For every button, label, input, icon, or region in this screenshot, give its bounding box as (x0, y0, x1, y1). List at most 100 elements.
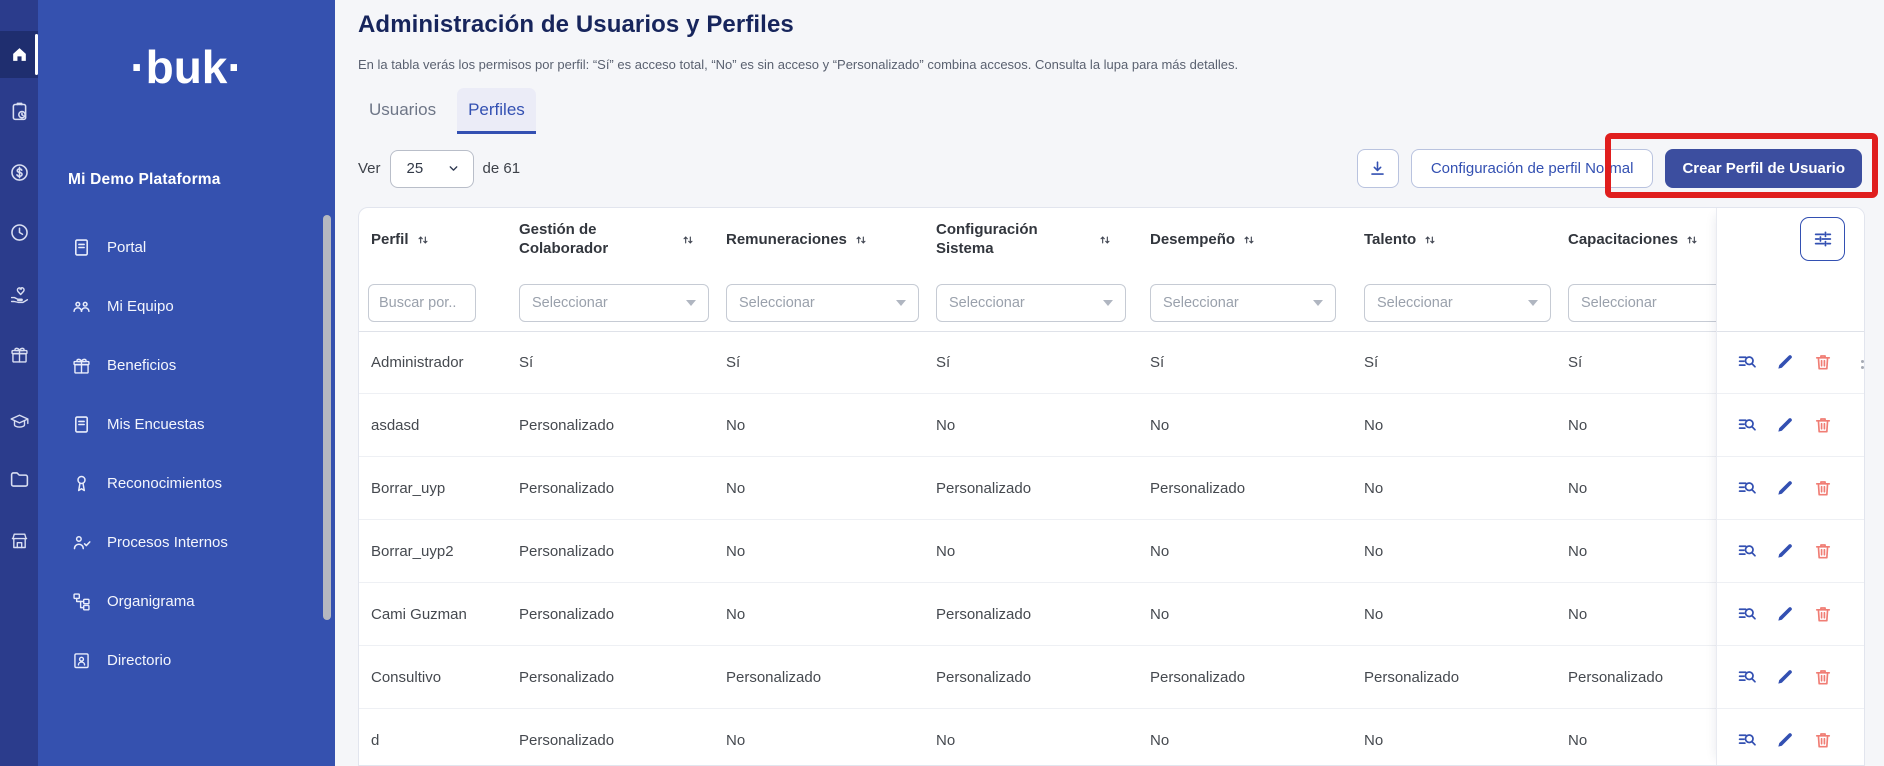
download-button[interactable] (1357, 149, 1399, 188)
delete-icon[interactable] (1813, 730, 1834, 751)
view-details-icon[interactable] (1737, 478, 1758, 499)
delete-icon[interactable] (1813, 415, 1834, 436)
filter-select-remuneraciones[interactable]: Seleccionar (726, 284, 919, 322)
column-header-remuneraciones[interactable]: Remuneraciones (726, 208, 868, 271)
column-header-gesti-n-de-colaborador[interactable]: Gestión de Colaborador (519, 208, 695, 271)
filter-select-gesti-n-de-colaborador[interactable]: Seleccionar (519, 284, 709, 322)
sidebar-item-label: Reconocimientos (107, 475, 222, 492)
permission-cell: No (936, 709, 955, 766)
delete-icon[interactable] (1813, 478, 1834, 499)
permission-cell: Personalizado (1150, 457, 1245, 520)
permission-cell: No (726, 583, 745, 646)
sort-icon[interactable] (1423, 233, 1437, 247)
create-profile-button[interactable]: Crear Perfil de Usuario (1665, 149, 1862, 188)
sidebar-item-portal[interactable]: Portal (38, 218, 335, 277)
pagination-controls: Ver 25 de 61 (358, 149, 520, 188)
dropdown-caret-icon (1313, 300, 1323, 306)
sidebar-item-organigrama[interactable]: Organigrama (38, 572, 335, 631)
rail-item-graduation-cap[interactable] (0, 398, 38, 444)
edit-icon[interactable] (1775, 604, 1796, 625)
row-actions (1717, 520, 1865, 583)
page-size-select[interactable]: 25 (390, 150, 474, 188)
edit-icon[interactable] (1775, 478, 1796, 499)
permission-cell: No (726, 457, 745, 520)
view-details-icon[interactable] (1737, 667, 1758, 688)
column-header-configuraci-n-sistema[interactable]: Configuración Sistema (936, 208, 1112, 271)
tab-usuarios[interactable]: Usuarios (358, 88, 447, 134)
sort-icon[interactable] (681, 233, 695, 247)
filter-select-desempe-o[interactable]: Seleccionar (1150, 284, 1336, 322)
config-profile-button[interactable]: Configuración de perfil Normal (1411, 149, 1654, 188)
sidebar-item-mi-equipo[interactable]: Mi Equipo (38, 277, 335, 336)
edit-icon[interactable] (1775, 667, 1796, 688)
delete-icon[interactable] (1813, 667, 1834, 688)
orgchart-icon (71, 591, 92, 612)
permission-cell: No (1364, 457, 1383, 520)
permission-cell: Sí (726, 331, 740, 394)
filter-select-placeholder: Seleccionar (1163, 295, 1239, 311)
filter-select-placeholder: Seleccionar (1581, 295, 1657, 311)
sort-icon[interactable] (854, 233, 868, 247)
platform-name: Mi Demo Plataforma (68, 171, 221, 189)
sidebar-item-procesos-internos[interactable]: Procesos Internos (38, 513, 335, 572)
profile-search-input[interactable] (368, 284, 476, 322)
table-row: Cami GuzmanPersonalizadoNoPersonalizadoN… (359, 583, 1864, 646)
dropdown-caret-icon (1103, 300, 1113, 306)
filter-select-configuraci-n-sistema[interactable]: Seleccionar (936, 284, 1126, 322)
sort-icon[interactable] (1098, 233, 1112, 247)
permission-cell: No (1568, 583, 1587, 646)
view-details-icon[interactable] (1737, 415, 1758, 436)
edit-icon[interactable] (1775, 730, 1796, 751)
sidebar-item-reconocimientos[interactable]: Reconocimientos (38, 454, 335, 513)
delete-icon[interactable] (1813, 541, 1834, 562)
sidebar-item-beneficios[interactable]: Beneficios (38, 336, 335, 395)
rail-item-dollar[interactable] (0, 149, 38, 195)
view-details-icon[interactable] (1737, 352, 1758, 373)
buk-logo[interactable]: ·buk· (38, 40, 335, 94)
rail-item-home[interactable] (0, 31, 38, 78)
sort-icon[interactable] (416, 233, 430, 247)
download-icon (1368, 159, 1387, 178)
view-details-icon[interactable] (1737, 604, 1758, 625)
page-size-value: 25 (407, 160, 424, 177)
permission-cell: No (726, 520, 745, 583)
filter-select-talento[interactable]: Seleccionar (1364, 284, 1551, 322)
gift-icon (9, 344, 30, 365)
rail-item-storefront[interactable] (0, 517, 38, 563)
column-settings-button[interactable] (1800, 217, 1845, 261)
rail-item-clock[interactable] (0, 209, 38, 255)
delete-icon[interactable] (1813, 604, 1834, 625)
sort-icon[interactable] (1685, 233, 1699, 247)
sidebar-scrollbar[interactable] (323, 215, 331, 620)
permission-cell: Personalizado (519, 583, 614, 646)
view-details-icon[interactable] (1737, 730, 1758, 751)
sort-icon[interactable] (1242, 233, 1256, 247)
row-actions (1717, 583, 1865, 646)
column-header-label: Talento (1364, 231, 1416, 248)
rail-item-folder[interactable] (0, 456, 38, 502)
profile-name-cell: d (371, 709, 379, 766)
column-header-perfil[interactable]: Perfil (371, 208, 430, 271)
dropdown-caret-icon (686, 300, 696, 306)
table-row: AdministradorSíSíSíSíSíSí (359, 331, 1864, 394)
profile-name-cell: Borrar_uyp2 (371, 520, 454, 583)
permission-cell: Sí (936, 331, 950, 394)
column-header-talento[interactable]: Talento (1364, 208, 1437, 271)
rail-item-gift[interactable] (0, 331, 38, 377)
rail-item-hand-heart[interactable] (0, 271, 38, 317)
edit-icon[interactable] (1775, 352, 1796, 373)
sidebar-item-directorio[interactable]: Directorio (38, 631, 335, 690)
column-header-desempe-o[interactable]: Desempeño (1150, 208, 1256, 271)
sidebar-item-mis-encuestas[interactable]: Mis Encuestas (38, 395, 335, 454)
page-subtitle: En la tabla verás los permisos por perfi… (358, 57, 1238, 72)
tab-perfiles[interactable]: Perfiles (457, 88, 536, 134)
edit-icon[interactable] (1775, 415, 1796, 436)
edit-icon[interactable] (1775, 541, 1796, 562)
total-count-label: de 61 (483, 160, 521, 177)
rail-item-clipboard-clock[interactable] (0, 88, 38, 134)
delete-icon[interactable] (1813, 352, 1834, 373)
filter-select-placeholder: Seleccionar (739, 295, 815, 311)
column-header-capacitaciones[interactable]: Capacitaciones (1568, 208, 1699, 271)
sidebar-item-label: Mis Encuestas (107, 416, 205, 433)
view-details-icon[interactable] (1737, 541, 1758, 562)
